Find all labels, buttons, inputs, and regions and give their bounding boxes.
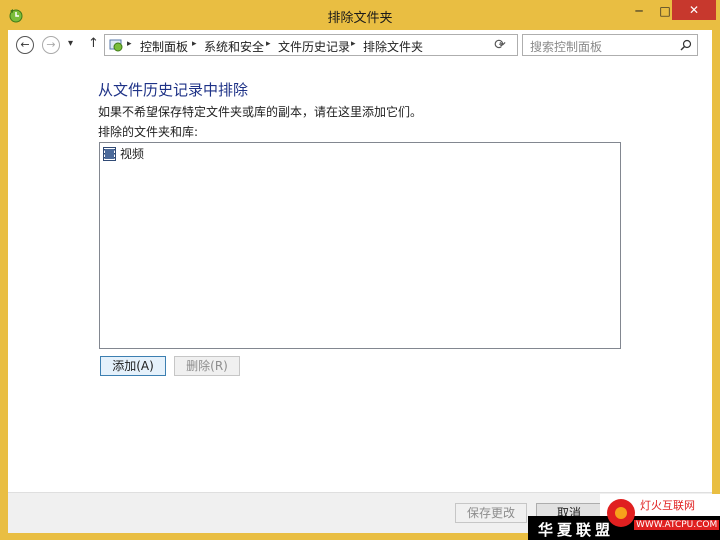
control-panel-icon <box>109 39 123 52</box>
back-button[interactable]: ← <box>16 36 34 54</box>
recent-locations-dropdown[interactable]: ▾ <box>68 38 73 49</box>
breadcrumb-exclude-folders[interactable]: 排除文件夹 <box>363 38 423 55</box>
breadcrumb-separator: ▸ <box>351 39 356 49</box>
video-library-icon <box>103 147 116 161</box>
title-bar[interactable]: 排除文件夹 ─ □ ✕ <box>0 0 720 30</box>
breadcrumb-separator: ▸ <box>127 39 132 49</box>
breadcrumb-separator: ▸ <box>192 39 197 49</box>
watermark-url: WWW.ATCPU.COM <box>634 520 720 530</box>
excluded-folders-list[interactable]: 视频 <box>99 142 621 349</box>
search-box[interactable]: 搜索控制面板 <box>522 34 698 56</box>
window-title: 排除文件夹 <box>327 11 393 26</box>
window: 排除文件夹 ─ □ ✕ ← → ▾ ↑ ▸ 控制面板 ▸ 系统和安全 ▸ 文件历… <box>0 0 720 540</box>
forward-button[interactable]: → <box>42 36 60 54</box>
minimize-button[interactable]: ─ <box>626 1 652 21</box>
page-heading: 从文件历史记录中排除 <box>98 81 249 99</box>
breadcrumb-control-panel[interactable]: 控制面板 <box>140 38 188 55</box>
up-button[interactable]: ↑ <box>88 36 99 51</box>
watermark: 华夏联盟 灯火互联网 WWW.ATCPU.COM <box>528 494 720 540</box>
watermark-brand: 华夏联盟 <box>538 521 615 539</box>
watermark-logo-icon <box>607 499 635 527</box>
list-item-label: 视频 <box>120 147 145 161</box>
refresh-button[interactable]: ⟳ <box>490 34 510 56</box>
breadcrumb-file-history[interactable]: 文件历史记录 <box>278 38 350 55</box>
breadcrumb-separator: ▸ <box>266 39 271 49</box>
watermark-logo-text: 灯火互联网 <box>640 499 695 512</box>
breadcrumb-system-security[interactable]: 系统和安全 <box>204 38 264 55</box>
excluded-list-label: 排除的文件夹和库: <box>98 125 199 139</box>
save-changes-button[interactable]: 保存更改 <box>455 503 527 523</box>
page-description: 如果不希望保存特定文件夹或库的副本，请在这里添加它们。 <box>98 105 423 119</box>
search-placeholder: 搜索控制面板 <box>530 40 603 54</box>
add-button[interactable]: 添加(A) <box>100 356 166 376</box>
close-button[interactable]: ✕ <box>672 0 716 20</box>
client-area: ← → ▾ ↑ ▸ 控制面板 ▸ 系统和安全 ▸ 文件历史记录 ▸ 排除文件夹 … <box>8 30 712 533</box>
search-icon[interactable] <box>680 39 692 51</box>
remove-button[interactable]: 删除(R) <box>174 356 240 376</box>
address-bar[interactable]: ▸ 控制面板 ▸ 系统和安全 ▸ 文件历史记录 ▸ 排除文件夹 ⌄ <box>104 34 518 56</box>
